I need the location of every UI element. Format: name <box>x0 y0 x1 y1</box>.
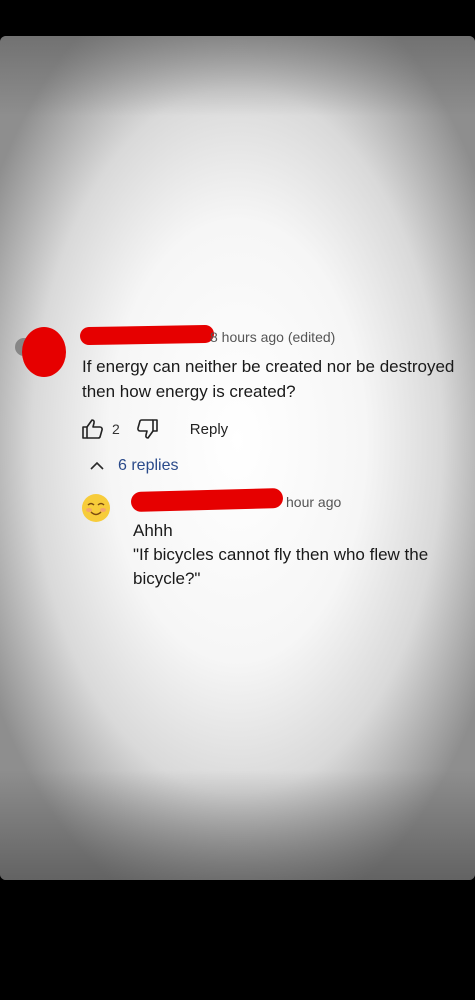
reply-line-2: "If bicycles cannot fly then who flew th… <box>133 545 433 588</box>
vignette-top <box>0 36 475 116</box>
comment-text: If energy can neither be created nor be … <box>82 357 455 401</box>
reply-text: Ahhh "If bicycles cannot fly then who fl… <box>133 519 453 591</box>
reply-line-1: Ahhh <box>133 521 173 540</box>
commenter-avatar[interactable] <box>14 325 66 379</box>
like-count: 2 <box>112 421 120 437</box>
comment-actions: 2 Reply <box>80 414 228 444</box>
thumbs-down-icon[interactable] <box>134 416 160 442</box>
replies-count-label: 6 replies <box>118 457 179 474</box>
comment-timestamp: 8 hours ago (edited) <box>210 329 336 345</box>
thumbs-up-icon[interactable] <box>80 416 106 442</box>
chevron-up-icon <box>88 457 106 475</box>
smiling-face-emoji-avatar[interactable] <box>81 493 111 523</box>
redacted-reply-username <box>130 488 284 512</box>
reply-timestamp: hour ago <box>286 494 342 510</box>
reply-button[interactable]: Reply <box>190 421 228 438</box>
replies-toggle[interactable]: 6 replies <box>88 457 178 475</box>
comment-card <box>0 36 475 880</box>
screen: 8 hours ago (edited) If energy can neith… <box>0 0 475 1000</box>
redacted-username <box>79 324 215 346</box>
vignette-bottom <box>0 770 475 880</box>
